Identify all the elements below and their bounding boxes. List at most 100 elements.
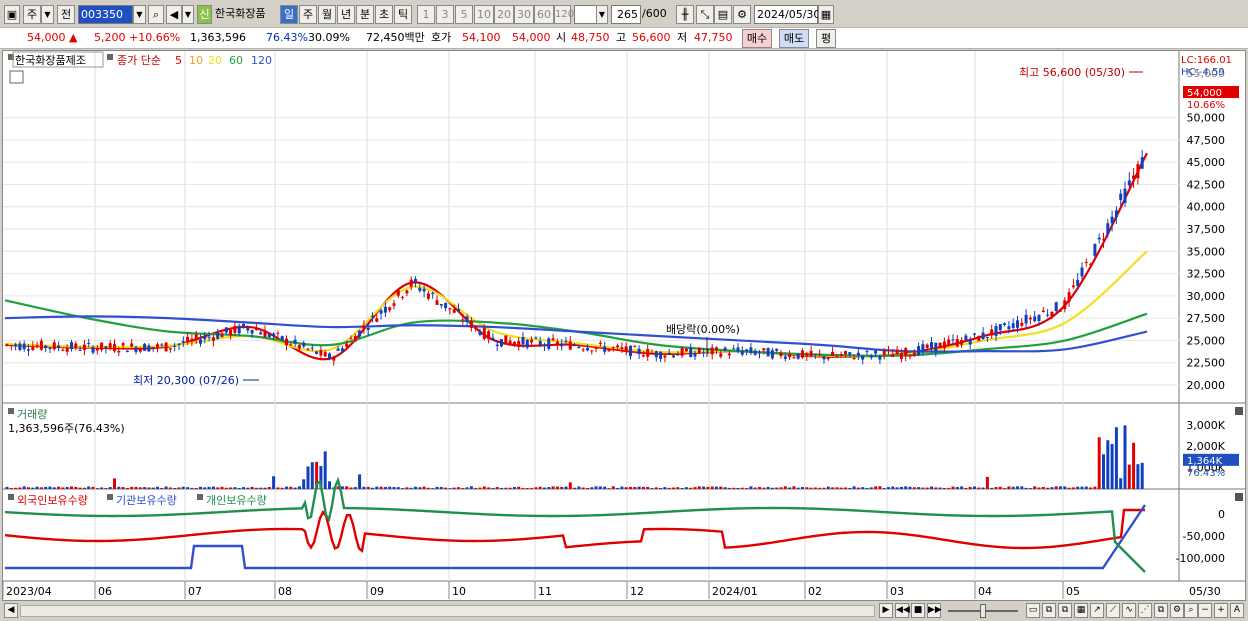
volume-bar	[78, 487, 82, 489]
volume-bar	[977, 487, 981, 489]
volume-title: 거래량	[17, 408, 47, 421]
eval-button[interactable]: 평	[816, 29, 836, 48]
volume-bar	[951, 486, 955, 489]
candle-body	[74, 343, 78, 348]
interval-30-button[interactable]: 30	[514, 5, 534, 24]
period-day-button[interactable]: 일	[280, 5, 298, 24]
candle-body	[426, 293, 430, 299]
volume-bar	[1067, 487, 1071, 489]
period-year-button[interactable]: 년	[337, 5, 355, 24]
scroll-right-icon[interactable]: ▶	[879, 603, 893, 618]
date-input[interactable]: 2024/05/30	[754, 5, 820, 24]
candle-body	[160, 344, 164, 346]
interval-10-button[interactable]: 10	[474, 5, 494, 24]
period-week-button[interactable]: 주	[299, 5, 317, 24]
volume-bar	[998, 486, 1002, 489]
volume-bar	[371, 487, 374, 489]
window-menu-icon[interactable]: ▣	[4, 5, 20, 24]
scroll-left-icon[interactable]: ◀	[4, 603, 18, 618]
layout-icon[interactable]: ▭	[1026, 603, 1040, 618]
text-tool-icon[interactable]: A	[1230, 603, 1244, 618]
draw-tool-icon[interactable]: ∿	[1122, 603, 1136, 618]
gear-icon[interactable]: ⚙	[733, 5, 751, 24]
candle-body	[233, 325, 237, 333]
volume-bar	[422, 486, 426, 489]
period-month-button[interactable]: 월	[318, 5, 336, 24]
copy-icon[interactable]: ⧉	[1154, 603, 1168, 618]
candle-body	[899, 353, 903, 360]
indicator-icon[interactable]: ⤡	[696, 5, 714, 24]
period-second-button[interactable]: 초	[375, 5, 393, 24]
volume-bar	[302, 479, 306, 489]
interval-60-button[interactable]: 60	[534, 5, 554, 24]
volume-bar	[1011, 486, 1015, 489]
custom-interval-dropdown-icon[interactable]: ▼	[596, 5, 608, 24]
candle-body	[224, 327, 228, 333]
stop-icon[interactable]: ■	[911, 603, 925, 618]
rewind-icon[interactable]: ◀◀	[895, 603, 910, 618]
interval-5-button[interactable]: 5	[455, 5, 473, 24]
volume-bar	[199, 486, 202, 489]
candle-type-icon[interactable]: ╫	[676, 5, 694, 24]
interval-120-button[interactable]: 120	[554, 5, 574, 24]
volume-bar	[379, 486, 383, 489]
save-icon[interactable]: ▤	[714, 5, 732, 24]
volume-bar	[908, 486, 912, 489]
search-icon[interactable]: ⌕	[148, 5, 164, 24]
candle-body	[52, 342, 56, 350]
volume-bar	[280, 487, 284, 489]
horizontal-scrollbar[interactable]	[20, 605, 875, 617]
trade-amount: 72,450백만	[366, 31, 425, 44]
volume-bar	[629, 486, 632, 489]
mode-dropdown-icon[interactable]: ▼	[41, 5, 54, 24]
grid-icon[interactable]: ▦	[1074, 603, 1088, 618]
stock-code-input[interactable]: 003350	[78, 5, 133, 24]
zoom-out-icon[interactable]: −	[1198, 603, 1212, 618]
volume-bar	[702, 486, 706, 489]
period-minute-button[interactable]: 분	[356, 5, 374, 24]
candle-body	[775, 348, 779, 351]
volume-bar	[955, 486, 959, 489]
fibo-icon[interactable]: ⋰	[1138, 603, 1152, 618]
x-axis-tick: 05	[1066, 585, 1080, 598]
chart-container[interactable]: 50,000 47,500 45,000 42,500 40,000 37,500 35,0…	[2, 50, 1246, 601]
chart-svg[interactable]: 50,000 47,500 45,000 42,500 40,000 37,500 35,0…	[2, 51, 1245, 600]
zoom-slider-handle[interactable]	[980, 604, 986, 618]
x-axis-tick: 11	[538, 585, 552, 598]
compare-icon[interactable]: ⧉	[1058, 603, 1072, 618]
zoom-in-icon[interactable]: +	[1214, 603, 1228, 618]
candle-body	[323, 352, 327, 357]
candle-body	[758, 352, 761, 354]
interval-3-button[interactable]: 3	[436, 5, 454, 24]
candle-body	[667, 352, 671, 354]
interval-20-button[interactable]: 20	[494, 5, 514, 24]
count-input[interactable]: 265	[611, 5, 641, 24]
sell-button[interactable]: 매도	[779, 29, 809, 48]
candle-body	[779, 352, 783, 357]
calendar-icon[interactable]: ▦	[818, 5, 834, 24]
candle-body	[392, 303, 396, 306]
split-icon[interactable]: ⧉	[1042, 603, 1056, 618]
volume-bar	[448, 488, 452, 489]
speaker-icon[interactable]: ◀	[166, 5, 182, 24]
code-dropdown-icon[interactable]: ▼	[133, 5, 146, 24]
trend-icon[interactable]: ↗	[1090, 603, 1104, 618]
market-mode-button[interactable]: 주	[23, 5, 41, 24]
line-tool-icon[interactable]: ⟋	[1106, 603, 1120, 618]
period-tick-button[interactable]: 틱	[394, 5, 412, 24]
candle-body	[517, 341, 521, 347]
zoom-icon[interactable]: ⌕	[1184, 603, 1198, 618]
candle-body	[740, 350, 744, 355]
candle-body	[646, 349, 650, 357]
interval-1-button[interactable]: 1	[417, 5, 435, 24]
volume-bar	[659, 487, 663, 489]
candle-body	[512, 341, 516, 345]
buy-button[interactable]: 매수	[742, 29, 772, 48]
current-price-tag: 54,000	[1187, 88, 1222, 99]
settings-tool-icon[interactable]: ⚙	[1170, 603, 1184, 618]
prev-button[interactable]: 전	[57, 5, 75, 24]
volume-bar	[620, 486, 624, 489]
speaker-dropdown-icon[interactable]: ▼	[182, 5, 194, 24]
fast-forward-icon[interactable]: ▶▶	[927, 603, 942, 618]
volume-bar	[392, 486, 396, 489]
